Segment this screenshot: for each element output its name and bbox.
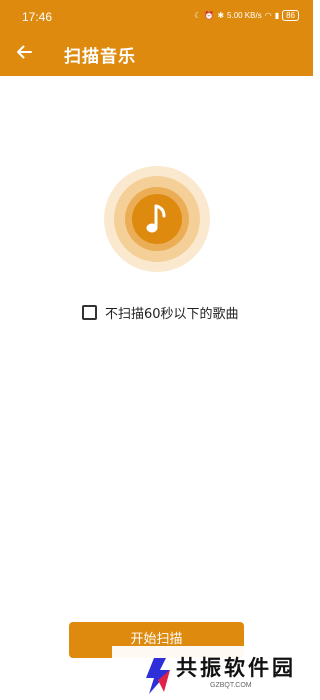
status-time: 17:46	[22, 10, 53, 24]
music-disc-illustration	[104, 166, 210, 272]
moon-icon: ☾	[194, 11, 202, 20]
status-icons: ☾ ⏰ ✱ 5.00 KB/s ◠ ▮ 86	[194, 10, 299, 21]
alarm-icon: ⏰	[204, 11, 215, 20]
battery-indicator: 86	[282, 10, 299, 21]
arrow-left-icon[interactable]	[14, 42, 34, 62]
watermark-name: 共振软件园	[176, 656, 296, 680]
signal-icon: ▮	[274, 11, 280, 20]
app-bar: 扫描音乐	[0, 30, 313, 76]
network-speed: 5.00 KB/s	[227, 11, 262, 20]
watermark: 共振软件园 GZBQT.COM	[112, 646, 313, 700]
skip-short-label: 不扫描60秒以下的歌曲	[105, 307, 239, 322]
skip-short-songs-option[interactable]: 不扫描60秒以下的歌曲	[82, 303, 239, 322]
wifi-icon: ◠	[264, 11, 272, 20]
watermark-logo	[146, 658, 170, 694]
page-title: 扫描音乐	[64, 47, 136, 67]
skip-short-checkbox[interactable]	[82, 305, 97, 320]
bluetooth-icon: ✱	[217, 11, 225, 20]
status-bar: 17:46 ☾ ⏰ ✱ 5.00 KB/s ◠ ▮ 86	[0, 0, 313, 30]
watermark-site: GZBQT.COM	[210, 682, 252, 689]
